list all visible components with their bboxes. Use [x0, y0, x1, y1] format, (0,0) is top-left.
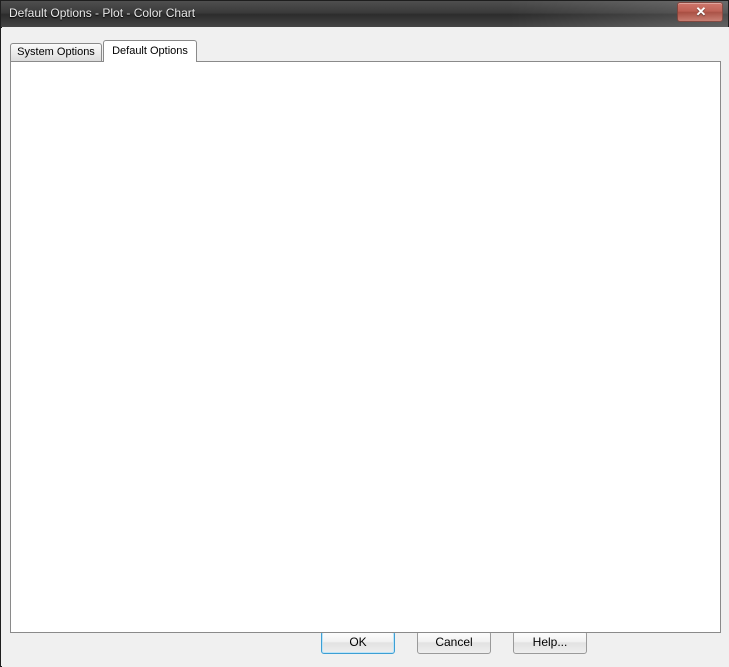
- help-button[interactable]: Help...: [513, 631, 587, 654]
- window-title: Default Options - Plot - Color Chart: [9, 6, 196, 20]
- tab-system-options[interactable]: System Options: [10, 43, 102, 61]
- dialog-window: Default Options - Plot - Color Chart ✕ S…: [0, 0, 729, 667]
- tab-page-panel: [10, 61, 721, 633]
- tab-strip: System Options Default Options: [10, 40, 721, 62]
- close-icon: ✕: [695, 4, 707, 19]
- title-bar: Default Options - Plot - Color Chart ✕: [1, 1, 728, 28]
- cancel-button[interactable]: Cancel: [417, 631, 491, 654]
- dialog-client-area: System Options Default Options UnitsLoad…: [2, 27, 729, 667]
- tab-default-options[interactable]: Default Options: [103, 40, 197, 62]
- close-button[interactable]: ✕: [677, 2, 723, 22]
- ok-button[interactable]: OK: [321, 631, 395, 654]
